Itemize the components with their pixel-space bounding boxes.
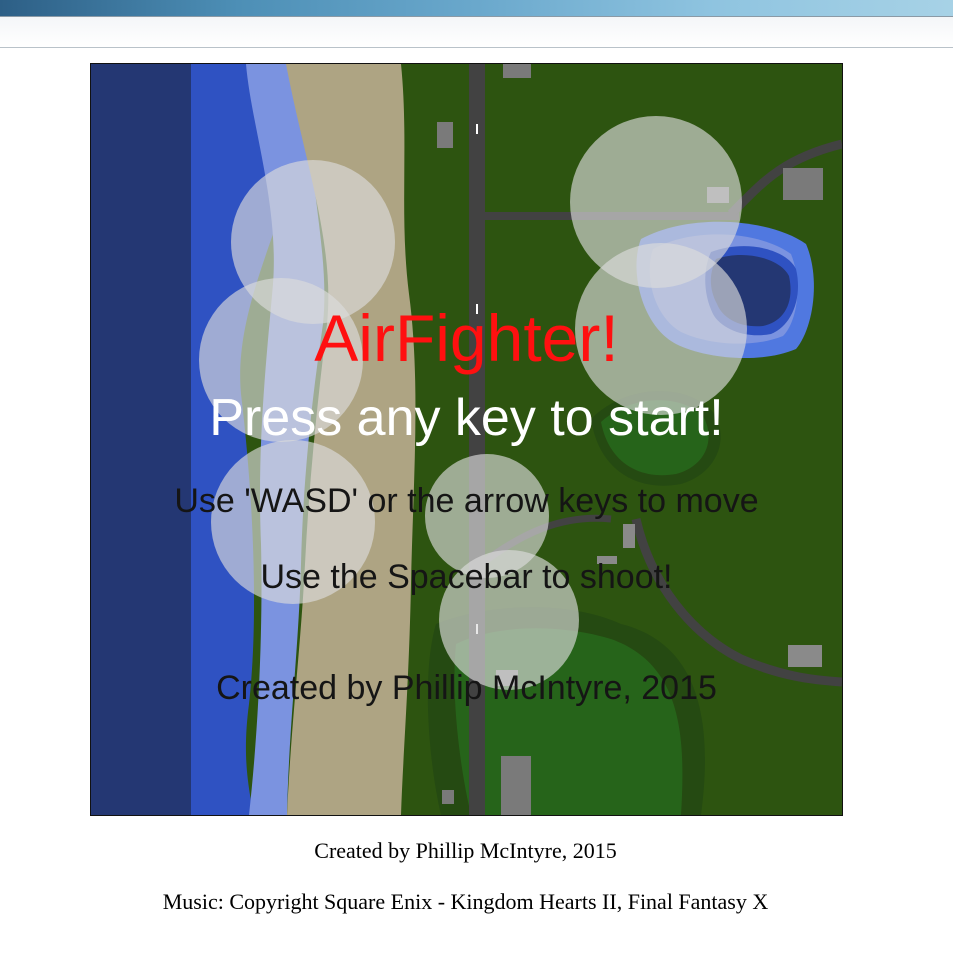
canvas-credit: Created by Phillip McIntyre, 2015 — [216, 669, 717, 707]
window-title-bar — [0, 0, 953, 16]
shoot-instructions: Use the Spacebar to shoot! — [260, 558, 673, 596]
move-instructions: Use 'WASD' or the arrow keys to move — [174, 482, 759, 520]
page-credit: Created by Phillip McIntyre, 2015 — [314, 838, 617, 863]
browser-toolbar — [0, 16, 953, 48]
game-canvas[interactable]: AirFighter! Press any key to start! Use … — [90, 63, 843, 816]
game-title: AirFighter! — [314, 301, 619, 375]
start-prompt: Press any key to start! — [209, 389, 724, 447]
music-credit: Music: Copyright Square Enix - Kingdom H… — [162, 889, 769, 914]
